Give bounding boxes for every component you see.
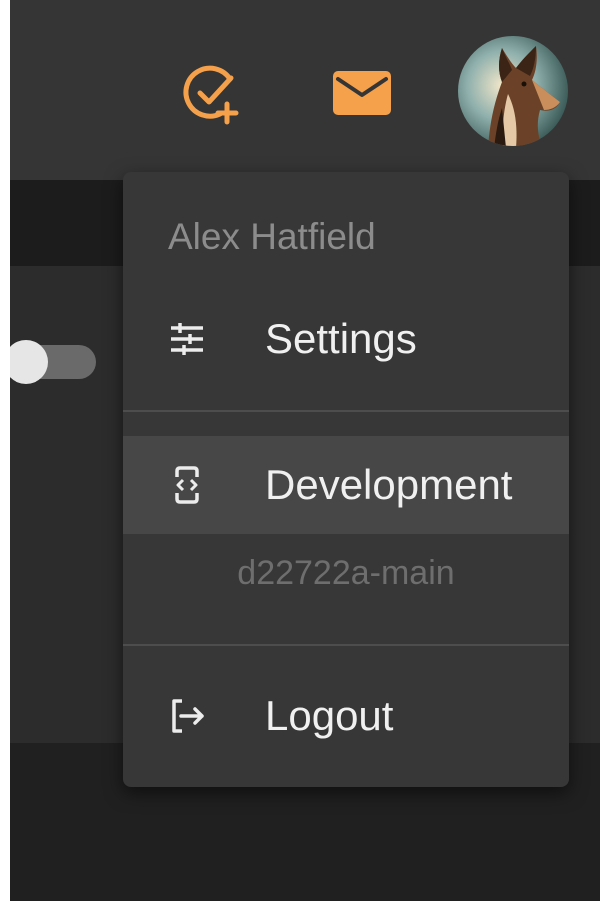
menu-item-settings[interactable]: Settings bbox=[123, 290, 569, 388]
tune-icon bbox=[171, 323, 203, 355]
add-task-icon bbox=[183, 65, 239, 125]
menu-divider bbox=[123, 644, 569, 646]
toggle-switch[interactable] bbox=[10, 340, 100, 384]
user-avatar[interactable] bbox=[458, 36, 568, 146]
app-screen: Alex Hatfield Settings Development d2272… bbox=[10, 0, 600, 901]
menu-item-development[interactable]: Development bbox=[123, 436, 569, 534]
logout-icon bbox=[172, 699, 204, 733]
user-menu: Alex Hatfield Settings Development d2272… bbox=[123, 172, 569, 787]
menu-item-development-label: Development bbox=[265, 461, 513, 508]
developer-mode-icon bbox=[175, 466, 199, 504]
top-app-bar bbox=[10, 0, 600, 180]
branch-version-label: d22722a-main bbox=[237, 554, 455, 592]
mail-icon bbox=[333, 71, 391, 115]
menu-item-logout[interactable]: Logout bbox=[123, 667, 569, 765]
menu-item-settings-label: Settings bbox=[265, 315, 417, 362]
avatar-image bbox=[458, 36, 568, 146]
menu-user-name: Alex Hatfield bbox=[168, 216, 376, 257]
menu-item-logout-label: Logout bbox=[265, 692, 394, 739]
menu-divider bbox=[123, 410, 569, 412]
add-task-button[interactable] bbox=[180, 62, 244, 126]
mail-button[interactable] bbox=[332, 68, 392, 118]
